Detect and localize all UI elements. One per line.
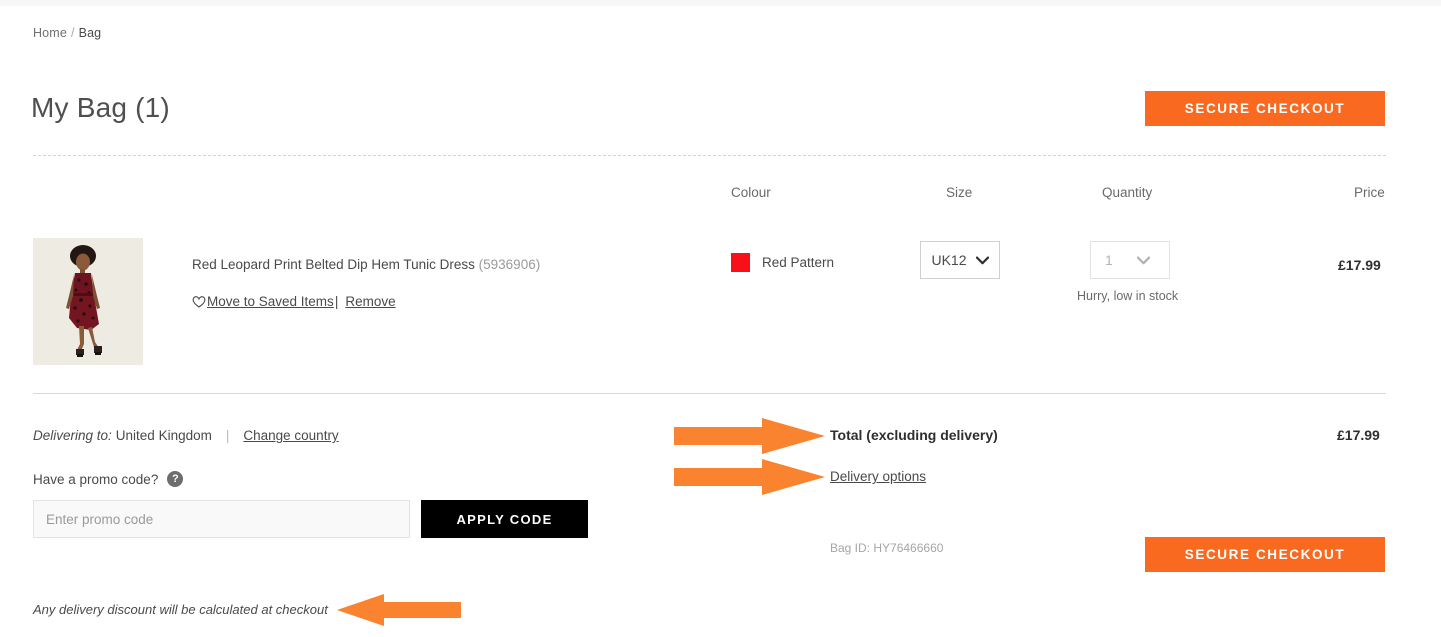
secure-checkout-button-bottom[interactable]: SECURE CHECKOUT <box>1145 537 1385 572</box>
delivering-label: Delivering to: <box>33 428 112 443</box>
divider-solid <box>33 393 1386 394</box>
column-header-price: Price <box>1354 185 1385 200</box>
change-country-link[interactable]: Change country <box>243 428 338 443</box>
colour-label: Red Pattern <box>762 255 834 270</box>
breadcrumb-current: Bag <box>79 26 102 40</box>
move-to-saved-items-link[interactable]: Move to Saved Items <box>207 294 334 309</box>
delivering-separator: | <box>226 428 230 443</box>
total-label: Total (excluding delivery) <box>830 427 998 443</box>
product-colour: Red Pattern <box>731 253 834 272</box>
delivering-to: Delivering to: United Kingdom | Change c… <box>33 428 339 443</box>
breadcrumb-separator: / <box>71 26 75 40</box>
total-value: £17.99 <box>1337 427 1380 443</box>
promo-code-label: Have a promo code? ? <box>33 471 183 487</box>
promo-code-input[interactable] <box>33 500 410 538</box>
remove-item-link[interactable]: Remove <box>345 294 395 309</box>
annotation-arrow-footnote <box>337 594 461 626</box>
chevron-down-icon <box>976 252 989 268</box>
divider-dashed <box>33 155 1386 156</box>
bag-page: Home / Bag My Bag (1) SECURE CHECKOUT Colo… <box>0 0 1441 637</box>
column-header-size: Size <box>946 185 972 200</box>
help-icon[interactable]: ? <box>167 471 183 487</box>
product-image <box>33 238 143 365</box>
size-value: UK12 <box>931 252 966 268</box>
product-title[interactable]: Red Leopard Print Belted Dip Hem Tunic D… <box>192 257 540 272</box>
secure-checkout-button-top[interactable]: SECURE CHECKOUT <box>1145 91 1385 126</box>
size-select[interactable]: UK12 <box>920 241 1000 279</box>
item-price: £17.99 <box>1338 257 1381 273</box>
breadcrumb-home[interactable]: Home <box>33 26 67 40</box>
page-title: My Bag (1) <box>31 92 170 124</box>
delivery-discount-note: Any delivery discount will be calculated… <box>33 602 328 617</box>
colour-swatch <box>731 253 750 272</box>
apply-code-button[interactable]: APPLY CODE <box>421 500 588 538</box>
product-actions: Move to Saved Items | Remove <box>192 294 396 309</box>
action-separator: | <box>335 294 339 309</box>
annotation-arrow-delivery-options <box>674 459 825 495</box>
chevron-down-icon <box>1137 252 1150 268</box>
quantity-value: 1 <box>1105 252 1113 268</box>
quantity-select[interactable]: 1 <box>1090 241 1170 279</box>
product-name: Red Leopard Print Belted Dip Hem Tunic D… <box>192 257 475 272</box>
product-sku: (5936906) <box>479 257 541 272</box>
bag-id: Bag ID: HY76466660 <box>830 541 943 555</box>
stock-note: Hurry, low in stock <box>1077 289 1178 303</box>
column-header-colour: Colour <box>731 185 771 200</box>
heart-icon <box>192 295 206 308</box>
breadcrumb: Home / Bag <box>33 26 101 40</box>
product-thumbnail[interactable] <box>33 238 143 365</box>
delivery-options-link[interactable]: Delivery options <box>830 469 926 484</box>
annotation-arrow-total <box>674 418 825 454</box>
column-header-quantity: Quantity <box>1102 185 1152 200</box>
delivering-country: United Kingdom <box>116 428 212 443</box>
promo-label-text: Have a promo code? <box>33 472 158 487</box>
